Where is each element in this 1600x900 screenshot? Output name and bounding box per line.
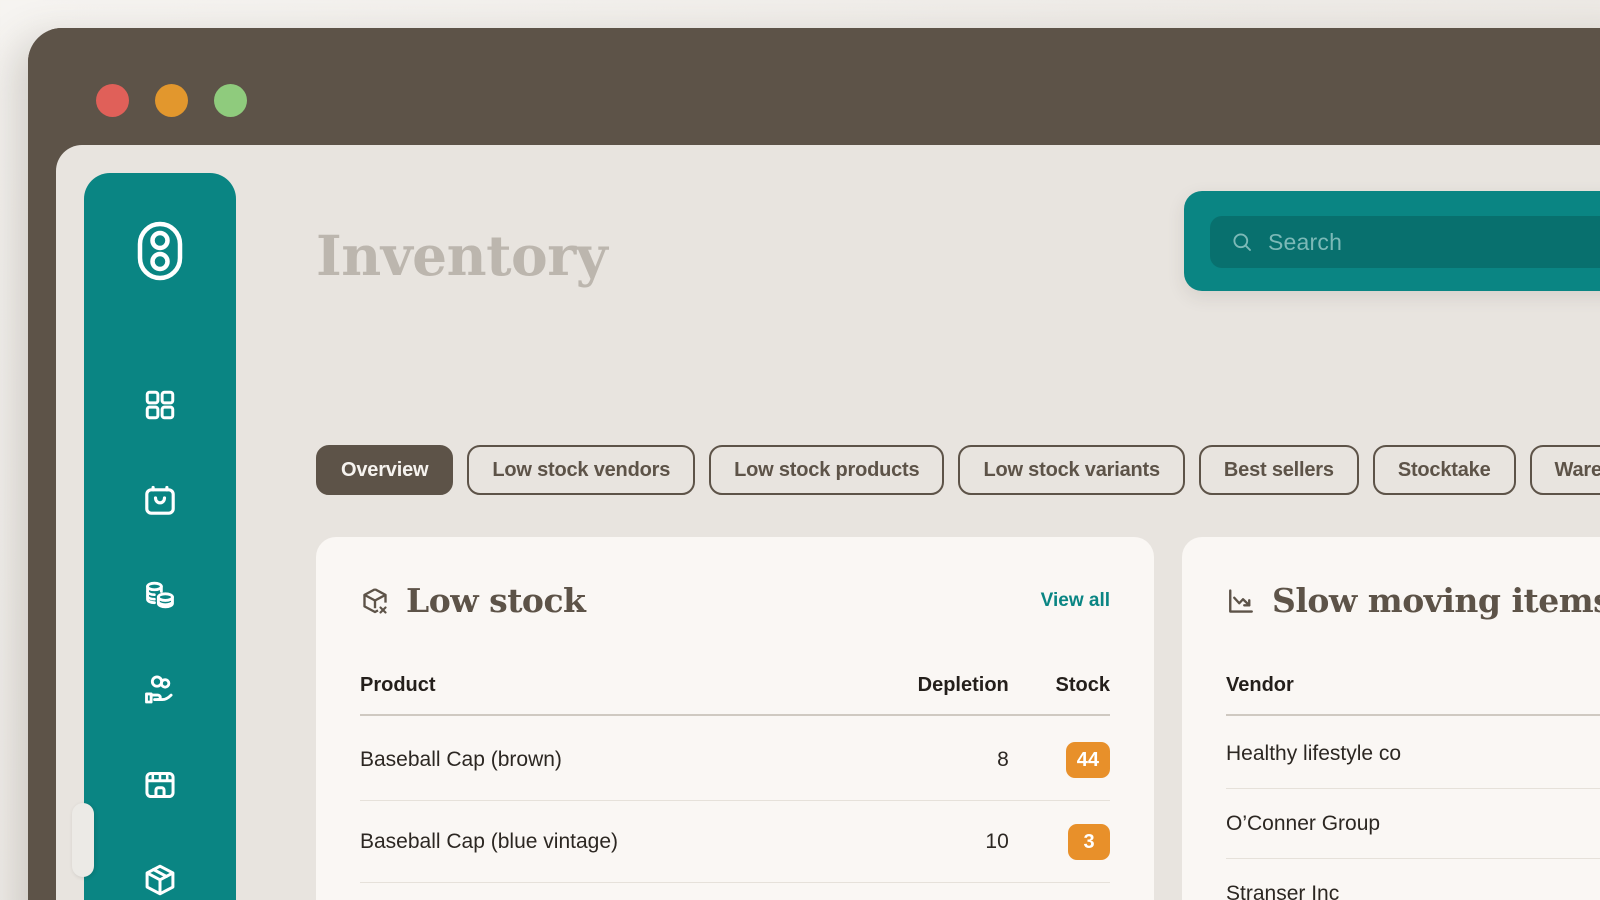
slow-moving-title: Slow moving items xyxy=(1272,581,1600,620)
coins-stack-icon xyxy=(146,581,174,609)
cell-product: Vintage Sweater (retro) xyxy=(360,882,840,900)
cards-row: Low stock View all Product Depletion Sto… xyxy=(316,537,1600,900)
low-stock-header-row: Product Depletion Stock xyxy=(360,674,1110,716)
low-stock-table-head: Product Depletion Stock xyxy=(360,674,1110,716)
minimize-button-icon[interactable] xyxy=(155,84,188,117)
tab-best-sellers[interactable]: Best sellers xyxy=(1198,445,1359,495)
sidebar-item-store[interactable] xyxy=(131,763,189,807)
column-header-vendor: Vendor xyxy=(1226,674,1600,716)
tab-low-stock-products[interactable]: Low stock products xyxy=(709,445,945,495)
table-row[interactable]: Stranser Inc xyxy=(1226,858,1600,900)
table-row[interactable]: Baseball Cap (brown) 8 44 xyxy=(360,715,1110,801)
hand-coins-icon xyxy=(145,675,173,704)
sidebar xyxy=(72,173,236,900)
table-row[interactable]: O’Conner Group xyxy=(1226,788,1600,859)
slow-moving-table-head: Vendor Out of stock xyxy=(1226,674,1600,716)
low-stock-card-header: Low stock View all xyxy=(360,581,1110,620)
box-remove-icon xyxy=(363,587,387,614)
sidebar-nav-list xyxy=(84,383,236,900)
sidebar-item-inventory[interactable] xyxy=(131,858,189,900)
search-icon xyxy=(1233,233,1251,251)
sidebar-item-orders[interactable] xyxy=(131,478,189,522)
cell-vendor: Healthy lifestyle co xyxy=(1226,715,1600,789)
grid-dashboard-icon xyxy=(145,390,175,420)
shopping-bag-icon xyxy=(145,485,175,515)
low-stock-card: Low stock View all Product Depletion Sto… xyxy=(316,537,1154,900)
close-button-icon[interactable] xyxy=(96,84,129,117)
tab-warehouse[interactable]: Warehouse xyxy=(1529,445,1600,495)
search-input[interactable]: Search xyxy=(1210,216,1600,268)
table-row[interactable]: Baseball Cap (blue vintage) 10 3 xyxy=(360,800,1110,883)
cell-stock: 44 xyxy=(1008,715,1110,801)
app-surface: Inventory Search Overview Low stock vend… xyxy=(56,145,1600,900)
sidebar-item-finances[interactable] xyxy=(131,573,189,617)
tab-low-stock-vendors[interactable]: Low stock vendors xyxy=(467,445,696,495)
tab-overview[interactable]: Overview xyxy=(316,445,454,495)
cell-product: Baseball Cap (brown) xyxy=(360,715,840,801)
slow-moving-table: Vendor Out of stock Healthy lifestyle co… xyxy=(1226,674,1600,900)
sidebar-item-payouts[interactable] xyxy=(131,668,189,712)
maximize-button-icon[interactable] xyxy=(214,84,247,117)
low-stock-title: Low stock xyxy=(406,581,586,620)
tab-low-stock-variants[interactable]: Low stock variants xyxy=(958,445,1185,495)
app-window: Inventory Search Overview Low stock vend… xyxy=(28,28,1600,900)
cell-stock: 0 xyxy=(1008,882,1110,900)
slow-moving-card-header: Slow moving items xyxy=(1226,581,1600,620)
page-title: Inventory xyxy=(316,223,608,288)
table-row[interactable]: Vintage Sweater (retro) 0 0 xyxy=(360,882,1110,900)
trend-down-icon xyxy=(1229,588,1253,613)
cell-stock: 3 xyxy=(1008,800,1110,883)
cell-depletion: 0 xyxy=(839,882,1009,900)
window-title-bar xyxy=(28,28,1600,145)
low-stock-title-group: Low stock xyxy=(360,581,586,620)
tab-bar: Overview Low stock vendors Low stock pro… xyxy=(316,445,1600,495)
package-box-icon xyxy=(145,864,175,896)
low-stock-table-body: Baseball Cap (brown) 8 44 Baseball Cap (… xyxy=(360,715,1110,900)
cell-vendor: O’Conner Group xyxy=(1226,788,1600,859)
status-badge: 44 xyxy=(1065,742,1110,778)
column-header-stock: Stock xyxy=(1008,674,1110,716)
cell-vendor: Stranser Inc xyxy=(1226,858,1600,900)
slow-moving-table-body: Healthy lifestyle co O’Conner Group Stra… xyxy=(1226,715,1600,900)
app-logo[interactable] xyxy=(84,221,236,281)
slow-moving-header-row: Vendor Out of stock xyxy=(1226,674,1600,716)
search-panel: Search xyxy=(1184,191,1600,291)
column-header-depletion: Depletion xyxy=(839,674,1009,716)
slow-moving-items-card: Slow moving items Vendor Out of stock xyxy=(1182,537,1600,900)
window-controls xyxy=(96,84,247,117)
storefront-icon xyxy=(145,771,175,799)
low-stock-table: Product Depletion Stock Baseball Cap (br… xyxy=(360,674,1110,900)
cell-product: Baseball Cap (blue vintage) xyxy=(360,800,840,883)
app-logo-icon xyxy=(137,221,183,281)
status-badge: 3 xyxy=(1068,824,1110,860)
cell-depletion: 10 xyxy=(839,800,1009,883)
active-page-indicator xyxy=(72,803,94,877)
table-row[interactable]: Healthy lifestyle co xyxy=(1226,715,1600,789)
column-header-product: Product xyxy=(360,674,840,716)
main-content: Inventory Search Overview Low stock vend… xyxy=(236,145,1600,900)
slow-moving-title-group: Slow moving items xyxy=(1226,581,1600,620)
tab-stocktake[interactable]: Stocktake xyxy=(1372,445,1516,495)
low-stock-view-all-link[interactable]: View all xyxy=(1041,590,1110,612)
cell-depletion: 8 xyxy=(839,715,1009,801)
search-placeholder: Search xyxy=(1268,228,1343,255)
sidebar-item-dashboard[interactable] xyxy=(131,383,189,427)
